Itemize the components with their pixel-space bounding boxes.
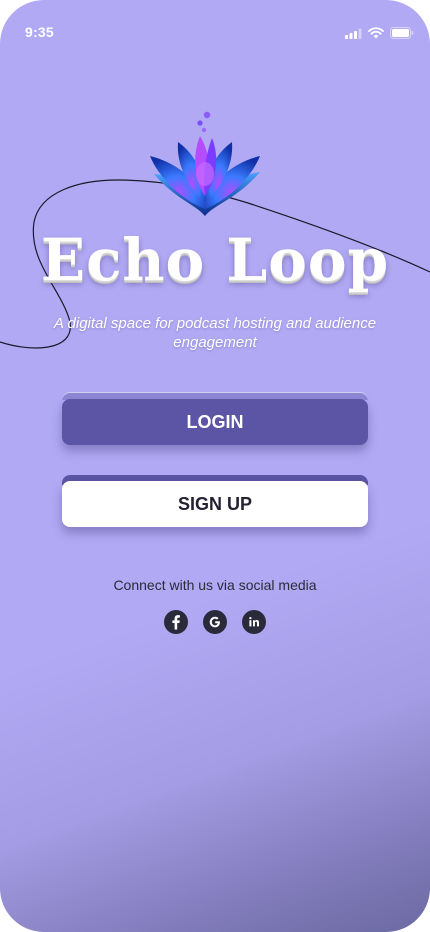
login-screen: 9:35 Echo Loop A digital space for podca… [0,0,430,932]
signup-button[interactable]: SIGN UP [62,481,368,527]
app-tagline: A digital space for podcast hosting and … [53,315,377,351]
login-button[interactable]: LOGIN [62,399,368,445]
google-icon[interactable] [203,610,227,634]
status-icons [345,26,414,44]
signal-icon [345,26,362,44]
app-title: Echo Loop [40,226,390,294]
login-button-container: LOGIN [62,392,368,446]
battery-icon [390,26,414,44]
social-caption: Connect with us via social media [113,577,317,593]
status-time: 9:35 [25,24,54,40]
status-bar: 9:35 [0,0,430,64]
signup-button-container: SIGN UP [62,475,368,527]
linkedin-icon[interactable] [242,610,266,634]
lotus-logo [140,104,270,224]
facebook-icon[interactable] [164,610,188,634]
social-links [0,610,430,634]
wifi-icon [368,26,384,44]
